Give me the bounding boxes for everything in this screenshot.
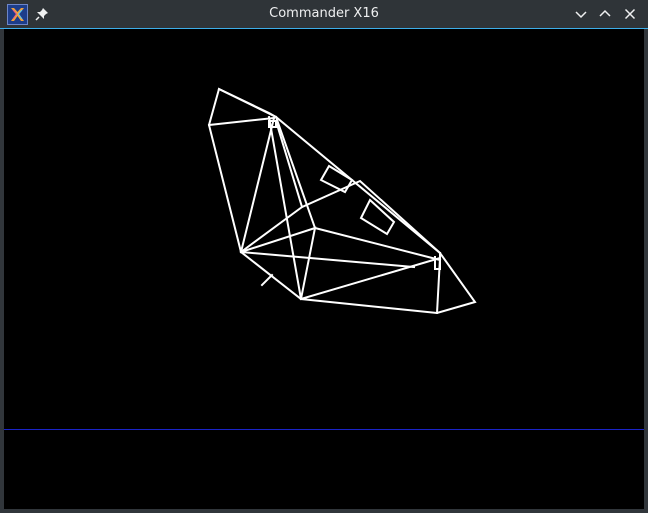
wireframe-render [4,87,644,430]
wireframe-ship [207,87,477,315]
close-icon[interactable] [622,6,638,22]
chevron-up-icon[interactable] [597,6,613,22]
chevron-down-icon[interactable] [573,6,589,22]
window-title: Commander X16 [269,6,379,21]
pin-icon[interactable] [34,6,50,22]
commander-x16-logo-icon[interactable] [7,4,28,25]
emulator-window: Commander X16 [0,0,648,513]
emulator-screen[interactable] [4,29,644,509]
screen-divider [4,429,644,430]
title-bar[interactable]: Commander X16 [0,0,648,29]
